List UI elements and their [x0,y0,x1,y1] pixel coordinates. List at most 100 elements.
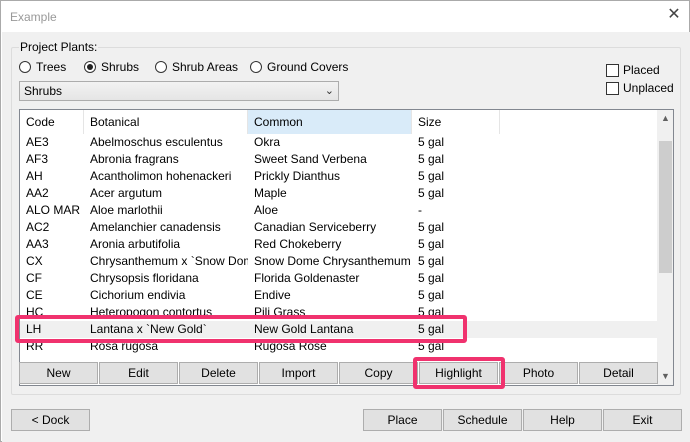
cell-size: 5 gal [418,322,445,336]
cell-size: 5 gal [418,271,445,285]
checkbox-placed-label: Placed [623,63,660,77]
radio-ground-covers-dot [250,61,262,73]
cell-code: HC [26,305,44,319]
close-icon[interactable]: ✕ [665,6,683,24]
cell-common: Okra [254,135,281,149]
cell-common: Snow Dome Chrysanthemum [254,254,411,268]
table-row[interactable]: AA3 Aronia arbutifolia Red Chokeberry 5 gal [20,236,657,253]
radio-ground-covers[interactable]: Ground Covers [250,60,348,74]
dialog-window: Example ✕ Project Plants: Trees Shrubs S… [0,0,690,442]
cell-code: AA3 [26,237,49,251]
radio-trees-dot [19,61,31,73]
cell-size: 5 gal [418,254,445,268]
cell-botanical: Abronia fragrans [90,152,179,166]
column-header-size[interactable]: Size [412,110,500,134]
column-header-code[interactable]: Code [20,110,84,134]
radio-shrubs[interactable]: Shrubs [84,60,139,74]
cell-size: 5 gal [418,186,445,200]
cell-code: LH [26,322,42,336]
cell-size: 5 gal [418,288,445,302]
checkbox-unplaced-box [606,81,619,95]
new-button[interactable]: New [19,362,98,384]
cell-code: AH [26,169,43,183]
table-row[interactable]: CX Chrysanthemum x `Snow Dome` Snow Dome C… [20,253,657,270]
radio-shrub-areas[interactable]: Shrub Areas [155,60,238,74]
vertical-scrollbar[interactable]: ▲ ▼ [657,110,673,385]
window-title: Example [10,10,57,24]
plant-type-dropdown[interactable]: Shrubs ⌄ [19,81,339,101]
cell-code: CX [26,254,43,268]
table-row[interactable]: ALO MAR Aloe marlothii Aloe - [20,202,657,219]
cell-common: Sweet Sand Verbena [254,152,367,166]
radio-shrub-areas-label: Shrub Areas [172,60,239,74]
list-header: Code Botanical Common Size [20,110,657,134]
checkbox-placed-box [606,63,619,77]
table-row[interactable]: RR Rosa rugosa Rugosa Rose 5 gal [20,338,657,355]
cell-botanical: Aronia arbutifolia [90,237,181,251]
cell-size: - [418,203,422,217]
photo-button[interactable]: Photo [499,362,578,384]
help-button[interactable]: Help [523,409,602,431]
scroll-down-icon[interactable]: ▼ [657,368,673,385]
checkbox-placed[interactable]: Placed [606,63,660,77]
cell-size: 5 gal [418,220,445,234]
radio-trees-label: Trees [36,60,67,74]
cell-size: 5 gal [418,169,445,183]
table-row[interactable]: AA2 Acer argutum Maple 5 gal [20,185,657,202]
checkbox-unplaced[interactable]: Unplaced [606,81,674,95]
cell-common: Prickly Dianthus [254,169,341,183]
cell-size: 5 gal [418,237,445,251]
table-row[interactable]: AH Acantholimon hohenackeri Prickly Dianth… [20,168,657,185]
plants-list[interactable]: Code Botanical Common Size AE3 Abelmoschu… [19,109,674,386]
radio-trees[interactable]: Trees [19,60,66,74]
table-row[interactable]: AF3 Abronia fragrans Sweet Sand Verbena 5 g… [20,151,657,168]
table-row[interactable]: AE3 Abelmoschus esculentus Okra 5 gal [20,134,657,151]
cell-code: RR [26,339,44,353]
cell-botanical: Abelmoschus esculentus [90,135,223,149]
dock-button[interactable]: < Dock [11,409,90,431]
scroll-thumb[interactable] [659,141,672,273]
delete-button[interactable]: Delete [179,362,258,384]
cell-botanical: Acantholimon hohenackeri [90,169,232,183]
cell-common: Aloe [254,203,279,217]
cell-common: Endive [254,288,291,302]
schedule-button[interactable]: Schedule [443,409,522,431]
cell-botanical: Chrysanthemum x `Snow Dome` [90,254,248,268]
chevron-down-icon: ⌄ [324,85,334,97]
cell-size: 5 gal [418,339,445,353]
column-header-botanical[interactable]: Botanical [84,110,248,134]
cell-botanical: Amelanchier canadensis [90,220,221,234]
highlight-button[interactable]: Highlight [419,362,498,384]
column-header-common-label: Common [254,115,303,129]
table-row[interactable]: CE Cichorium endivia Endive 5 gal [20,287,657,304]
cell-botanical: Cichorium endivia [90,288,186,302]
cell-botanical: Heteropogon contortus [90,305,213,319]
column-header-common[interactable]: Common [248,110,412,134]
cell-size: 5 gal [418,135,445,149]
table-row[interactable]: AC2 Amelanchier canadensis Canadian Servic… [20,219,657,236]
cell-code: AA2 [26,186,49,200]
exit-button[interactable]: Exit [603,409,682,431]
cell-botanical: Aloe marlothii [90,203,163,217]
cell-common: Maple [254,186,287,200]
list-rows: AE3 Abelmoschus esculentus Okra 5 gal AF3 Abr… [20,134,657,355]
table-row[interactable]: CF Chrysopsis floridana Florida Goldenaste… [20,270,657,287]
scroll-up-icon[interactable]: ▲ [657,110,673,127]
cell-common: Red Chokeberry [254,237,342,251]
import-button[interactable]: Import [259,362,338,384]
cell-botanical: Rosa rugosa [90,339,159,353]
cell-common: Florida Goldenaster [254,271,360,285]
dropdown-value: Shrubs [24,84,63,98]
radio-shrub-areas-dot [155,61,167,73]
cell-code: CE [26,288,43,302]
place-button[interactable]: Place [363,409,442,431]
cell-code: AE3 [26,135,49,149]
detail-button[interactable]: Detail [579,362,658,384]
group-label: Project Plants: [19,40,99,54]
copy-button[interactable]: Copy [339,362,418,384]
cell-code: CF [26,271,42,285]
table-row[interactable]: HC Heteropogon contortus Pili Grass 5 gal [20,304,657,321]
edit-button[interactable]: Edit [99,362,178,384]
table-row[interactable]: LH Lantana x `New Gold` New Gold Lantana 5 … [20,321,657,338]
column-header-botanical-label: Botanical [90,115,140,129]
